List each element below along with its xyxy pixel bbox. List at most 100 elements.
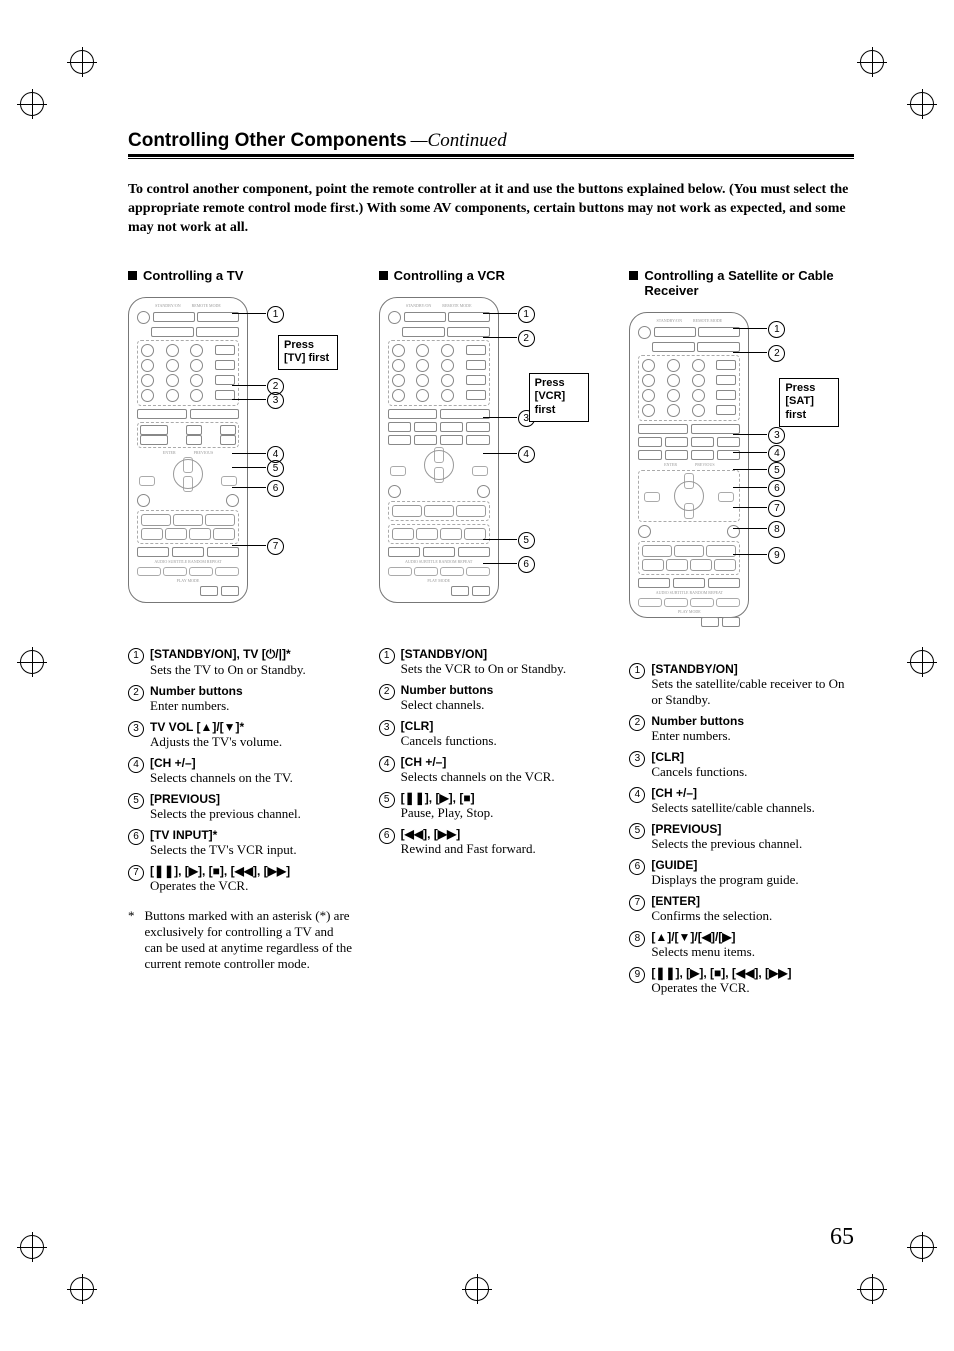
reg-mark-icon bbox=[910, 650, 934, 674]
callout-leader: 9 bbox=[733, 554, 767, 555]
item-label: [❚❚], [▶], [■] bbox=[401, 791, 604, 805]
footnote: * Buttons marked with an asterisk (*) ar… bbox=[128, 908, 353, 972]
item-body: [PREVIOUS]Selects the previous channel. bbox=[150, 792, 353, 822]
reg-mark-icon bbox=[70, 50, 94, 74]
item-body: [❚❚], [▶], [■], [◀◀], [▶▶]Operates the V… bbox=[150, 864, 353, 894]
item-desc: Confirms the selection. bbox=[651, 908, 854, 924]
item-body: [▲]/[▼]/[◀]/[▶]Selects menu items. bbox=[651, 930, 854, 960]
footnote-asterisk: * bbox=[128, 908, 135, 972]
rule-thin bbox=[128, 158, 854, 159]
reg-mark-icon bbox=[910, 92, 934, 116]
subhead-text: Controlling a Satellite or Cable Receive… bbox=[644, 268, 854, 298]
callout-leader: 3 bbox=[733, 434, 767, 435]
callout-number: 6 bbox=[768, 480, 785, 497]
item-number: 8 bbox=[629, 931, 645, 947]
list-item: 9[❚❚], [▶], [■], [◀◀], [▶▶]Operates the … bbox=[629, 966, 854, 996]
item-desc: Enter numbers. bbox=[651, 728, 854, 744]
callout-leader: 4 bbox=[733, 452, 767, 453]
item-label: Number buttons bbox=[651, 714, 854, 728]
item-label: [GUIDE] bbox=[651, 858, 854, 872]
item-body: Number buttonsEnter numbers. bbox=[651, 714, 854, 744]
item-body: [STANDBY/ON]Sets the VCR to On or Standb… bbox=[401, 647, 604, 677]
item-body: [CH +/–]Selects satellite/cable channels… bbox=[651, 786, 854, 816]
callout-leader: 3 bbox=[483, 417, 517, 418]
title-main: Controlling Other Components bbox=[128, 130, 407, 152]
callout-leader: 7 bbox=[232, 545, 266, 546]
subhead-text: Controlling a TV bbox=[143, 268, 243, 283]
item-number: 9 bbox=[629, 967, 645, 983]
callout-leader: 7 bbox=[733, 507, 767, 508]
item-number: 7 bbox=[128, 865, 144, 881]
column-vcr: Controlling a VCR STANDBY/ON REMOTE MODE bbox=[379, 268, 604, 1002]
item-label: [CH +/–] bbox=[150, 756, 353, 770]
item-desc: Selects satellite/cable channels. bbox=[651, 800, 854, 816]
list-item: 3[CLR]Cancels functions. bbox=[379, 719, 604, 749]
item-number: 6 bbox=[379, 828, 395, 844]
callout-number: 1 bbox=[518, 306, 535, 323]
item-body: [ENTER]Confirms the selection. bbox=[651, 894, 854, 924]
callout-number: 5 bbox=[768, 462, 785, 479]
list-item: 4[CH +/–]Selects channels on the VCR. bbox=[379, 755, 604, 785]
callout-number: 4 bbox=[768, 445, 785, 462]
item-number: 6 bbox=[128, 829, 144, 845]
callout-leader: 8 bbox=[733, 528, 767, 529]
title-continued: —Continued bbox=[411, 130, 507, 152]
callout-number: 8 bbox=[768, 521, 785, 538]
column-sat: Controlling a Satellite or Cable Receive… bbox=[629, 268, 854, 1002]
item-desc: Enter numbers. bbox=[150, 698, 353, 714]
item-label: Number buttons bbox=[150, 684, 353, 698]
item-number: 7 bbox=[629, 895, 645, 911]
callout-leader: 2 bbox=[733, 352, 767, 353]
item-label: [▲]/[▼]/[◀]/[▶] bbox=[651, 930, 854, 944]
item-desc: Cancels functions. bbox=[651, 764, 854, 780]
square-bullet-icon bbox=[128, 271, 137, 280]
remote-outline: STANDBY/ON REMOTE MODE ENTER PREVI bbox=[629, 312, 749, 618]
callout-leader: 5 bbox=[733, 469, 767, 470]
item-number: 4 bbox=[629, 787, 645, 803]
callout-number: 1 bbox=[768, 321, 785, 338]
item-number: 3 bbox=[629, 751, 645, 767]
callout-number: 9 bbox=[768, 547, 785, 564]
item-body: [TV INPUT]*Selects the TV's VCR input. bbox=[150, 828, 353, 858]
item-label: [TV INPUT]* bbox=[150, 828, 353, 842]
item-number: 1 bbox=[379, 648, 395, 664]
callout-leader: 4 bbox=[483, 453, 517, 454]
callout-number: 6 bbox=[267, 480, 284, 497]
square-bullet-icon bbox=[629, 271, 638, 280]
list-item: 7 [❚❚], [▶], [■], [◀◀], [▶▶]Operates the … bbox=[128, 864, 353, 894]
list-item: 2 Number buttonsEnter numbers. bbox=[629, 714, 854, 744]
page-number: 65 bbox=[830, 1224, 854, 1251]
remote-diagram-tv: STANDBY/ON REMOTE MODE EN bbox=[128, 297, 338, 627]
item-body: [❚❚], [▶], [■]Pause, Play, Stop. bbox=[401, 791, 604, 821]
reg-mark-icon bbox=[20, 92, 44, 116]
item-label: [CH +/–] bbox=[651, 786, 854, 800]
item-label: [❚❚], [▶], [■], [◀◀], [▶▶] bbox=[651, 966, 854, 980]
callout-number: 7 bbox=[267, 538, 284, 555]
item-body: TV VOL [▲]/[▼]*Adjusts the TV's volume. bbox=[150, 720, 353, 750]
callout-number: 4 bbox=[518, 446, 535, 463]
callout-leader: 5 bbox=[483, 539, 517, 540]
item-body: [CH +/–]Selects channels on the TV. bbox=[150, 756, 353, 786]
item-desc: Selects channels on the TV. bbox=[150, 770, 353, 786]
press-first-box-vcr: Press [VCR] first bbox=[529, 373, 589, 422]
item-label: [CLR] bbox=[401, 719, 604, 733]
item-number: 4 bbox=[128, 757, 144, 773]
item-label: [STANDBY/ON] bbox=[401, 647, 604, 661]
item-body: Number buttonsEnter numbers. bbox=[150, 684, 353, 714]
item-label: [CH +/–] bbox=[401, 755, 604, 769]
list-item: 1 [STANDBY/ON]Sets the VCR to On or Stand… bbox=[379, 647, 604, 677]
remote-diagram-sat: STANDBY/ON REMOTE MODE ENTER PREVI bbox=[629, 312, 839, 642]
item-desc: Rewind and Fast forward. bbox=[401, 841, 604, 857]
item-label: [PREVIOUS] bbox=[651, 822, 854, 836]
item-number: 3 bbox=[379, 720, 395, 736]
list-item: 2Number buttonsSelect channels. bbox=[379, 683, 604, 713]
item-number: 2 bbox=[379, 684, 395, 700]
list-item: 4 [CH +/–]Selects satellite/cable channel… bbox=[629, 786, 854, 816]
item-number: 2 bbox=[629, 715, 645, 731]
callout-leader: 4 bbox=[232, 453, 266, 454]
press-first-text: Press [TV] first bbox=[284, 339, 329, 365]
subhead-sat: Controlling a Satellite or Cable Receive… bbox=[629, 268, 854, 298]
callout-number: 5 bbox=[267, 460, 284, 477]
item-body: [CLR]Cancels functions. bbox=[651, 750, 854, 780]
item-number: 4 bbox=[379, 756, 395, 772]
